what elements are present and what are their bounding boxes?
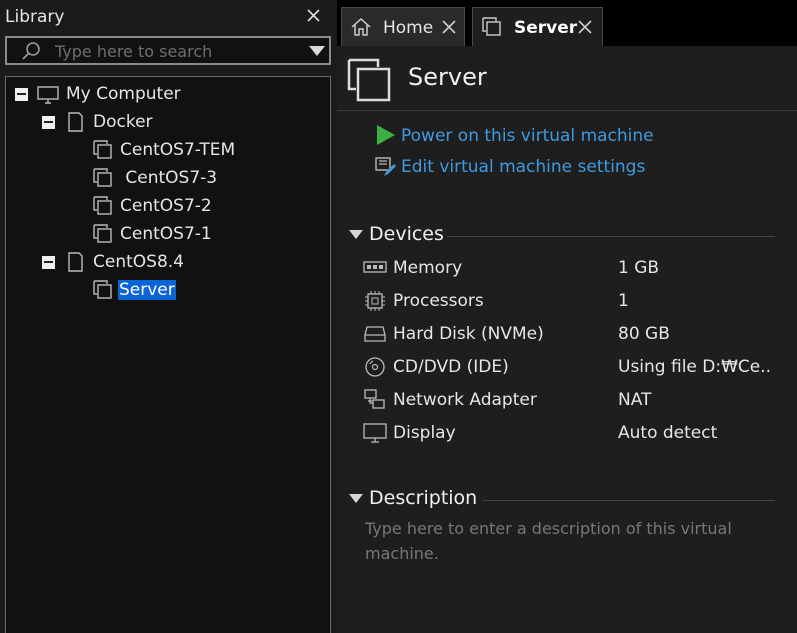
vm-icon xyxy=(93,224,112,243)
vm-header: Server xyxy=(337,46,797,111)
vm-title: Server xyxy=(408,63,487,91)
section-divider xyxy=(483,500,775,501)
vm-icon xyxy=(93,168,112,187)
play-icon xyxy=(377,125,395,145)
library-title: Library xyxy=(5,7,65,27)
section-divider xyxy=(447,236,775,237)
collapse-arrow-icon xyxy=(349,230,363,239)
device-name: Processors xyxy=(393,291,484,311)
device-value: Using file D:₩Ce... xyxy=(618,357,770,377)
library-tree: My Computer Docker CentOS7-TEM CentOS7-3… xyxy=(5,76,331,633)
tree-node-label: CentOS7-3 xyxy=(120,168,218,188)
network-adapter-icon xyxy=(364,389,385,409)
tree-node-label: CentOS7-2 xyxy=(120,196,212,216)
vm-icon xyxy=(93,140,112,159)
close-tab-icon[interactable] xyxy=(439,17,459,37)
search-icon xyxy=(22,42,40,60)
tree-node-label: CentOS7-TEM xyxy=(120,140,236,160)
vm-icon xyxy=(482,17,501,36)
close-tab-icon[interactable] xyxy=(575,17,595,37)
collapse-arrow-icon xyxy=(349,494,363,503)
devices-section-header[interactable]: Devices xyxy=(349,222,775,248)
device-row-cd-dvd[interactable]: CD/DVD (IDE) Using file D:₩Ce... xyxy=(363,353,783,381)
device-row-network-adapter[interactable]: Network Adapter NAT xyxy=(363,386,783,414)
device-value: 1 xyxy=(618,291,629,311)
action-label: Power on this virtual machine xyxy=(401,126,654,146)
device-name: Network Adapter xyxy=(393,390,537,410)
tree-node-label: My Computer xyxy=(66,84,181,104)
library-panel: Library My Computer Docker xyxy=(0,0,337,633)
home-icon xyxy=(351,17,371,36)
vm-icon xyxy=(93,196,112,215)
display-icon xyxy=(363,423,387,443)
device-value: Auto detect xyxy=(618,423,718,443)
tree-node-centos8-4[interactable]: CentOS8.4 xyxy=(6,250,326,274)
hard-disk-icon xyxy=(364,326,386,342)
action-label: Edit virtual machine settings xyxy=(401,157,646,177)
search-input[interactable] xyxy=(55,40,295,62)
vm-summary-panel: Server Power on this virtual machine Edi… xyxy=(337,46,797,633)
search-dropdown-icon[interactable] xyxy=(309,45,325,57)
section-title: Description xyxy=(369,487,478,509)
collapse-icon[interactable] xyxy=(42,116,55,129)
tree-node-label: CentOS8.4 xyxy=(93,252,184,272)
tab-label: Home xyxy=(383,18,434,38)
device-value: 1 GB xyxy=(618,258,660,278)
tree-node-label: CentOS7-1 xyxy=(120,224,212,244)
edit-settings-link[interactable]: Edit virtual machine settings xyxy=(374,155,654,179)
device-row-display[interactable]: Display Auto detect xyxy=(363,419,783,447)
processor-icon xyxy=(365,291,385,311)
folder-icon xyxy=(68,252,83,272)
tree-node-centos7-2[interactable]: CentOS7-2 xyxy=(6,194,326,218)
description-field[interactable]: Type here to enter a description of this… xyxy=(365,516,765,566)
tree-node-server[interactable]: Server xyxy=(6,278,326,302)
section-title: Devices xyxy=(369,223,444,245)
close-library-icon[interactable] xyxy=(303,5,325,27)
tab-bar: Home Server xyxy=(337,0,797,46)
tree-node-centos7-3[interactable]: CentOS7-3 xyxy=(6,166,326,190)
device-name: Display xyxy=(393,423,456,443)
description-section-header[interactable]: Description xyxy=(349,486,775,512)
folder-icon xyxy=(68,112,83,132)
tab-home[interactable]: Home xyxy=(341,7,465,46)
device-value: NAT xyxy=(618,390,652,410)
tree-node-docker[interactable]: Docker xyxy=(6,110,326,134)
power-on-link[interactable]: Power on this virtual machine xyxy=(374,124,654,148)
vm-icon xyxy=(347,58,391,102)
tab-server[interactable]: Server xyxy=(472,7,603,46)
tree-node-my-computer[interactable]: My Computer xyxy=(6,82,326,106)
tree-node-centos7-tem[interactable]: CentOS7-TEM xyxy=(6,138,326,162)
cd-dvd-icon xyxy=(365,357,385,377)
collapse-icon[interactable] xyxy=(42,256,55,269)
computer-icon xyxy=(37,86,59,104)
search-box xyxy=(5,36,331,65)
memory-icon xyxy=(363,261,387,273)
device-row-processors[interactable]: Processors 1 xyxy=(363,287,783,315)
tree-node-centos7-1[interactable]: CentOS7-1 xyxy=(6,222,326,246)
device-name: Hard Disk (NVMe) xyxy=(393,324,544,344)
device-name: Memory xyxy=(393,258,463,278)
device-value: 80 GB xyxy=(618,324,670,344)
tree-node-label: Docker xyxy=(93,112,153,132)
device-name: CD/DVD (IDE) xyxy=(393,357,509,377)
device-row-hard-disk[interactable]: Hard Disk (NVMe) 80 GB xyxy=(363,320,783,348)
collapse-icon[interactable] xyxy=(15,88,28,101)
tree-node-label: Server xyxy=(118,280,176,300)
tab-label: Server xyxy=(514,18,578,38)
vm-icon xyxy=(93,280,112,299)
settings-edit-icon xyxy=(375,157,396,176)
device-row-memory[interactable]: Memory 1 GB xyxy=(363,254,783,282)
